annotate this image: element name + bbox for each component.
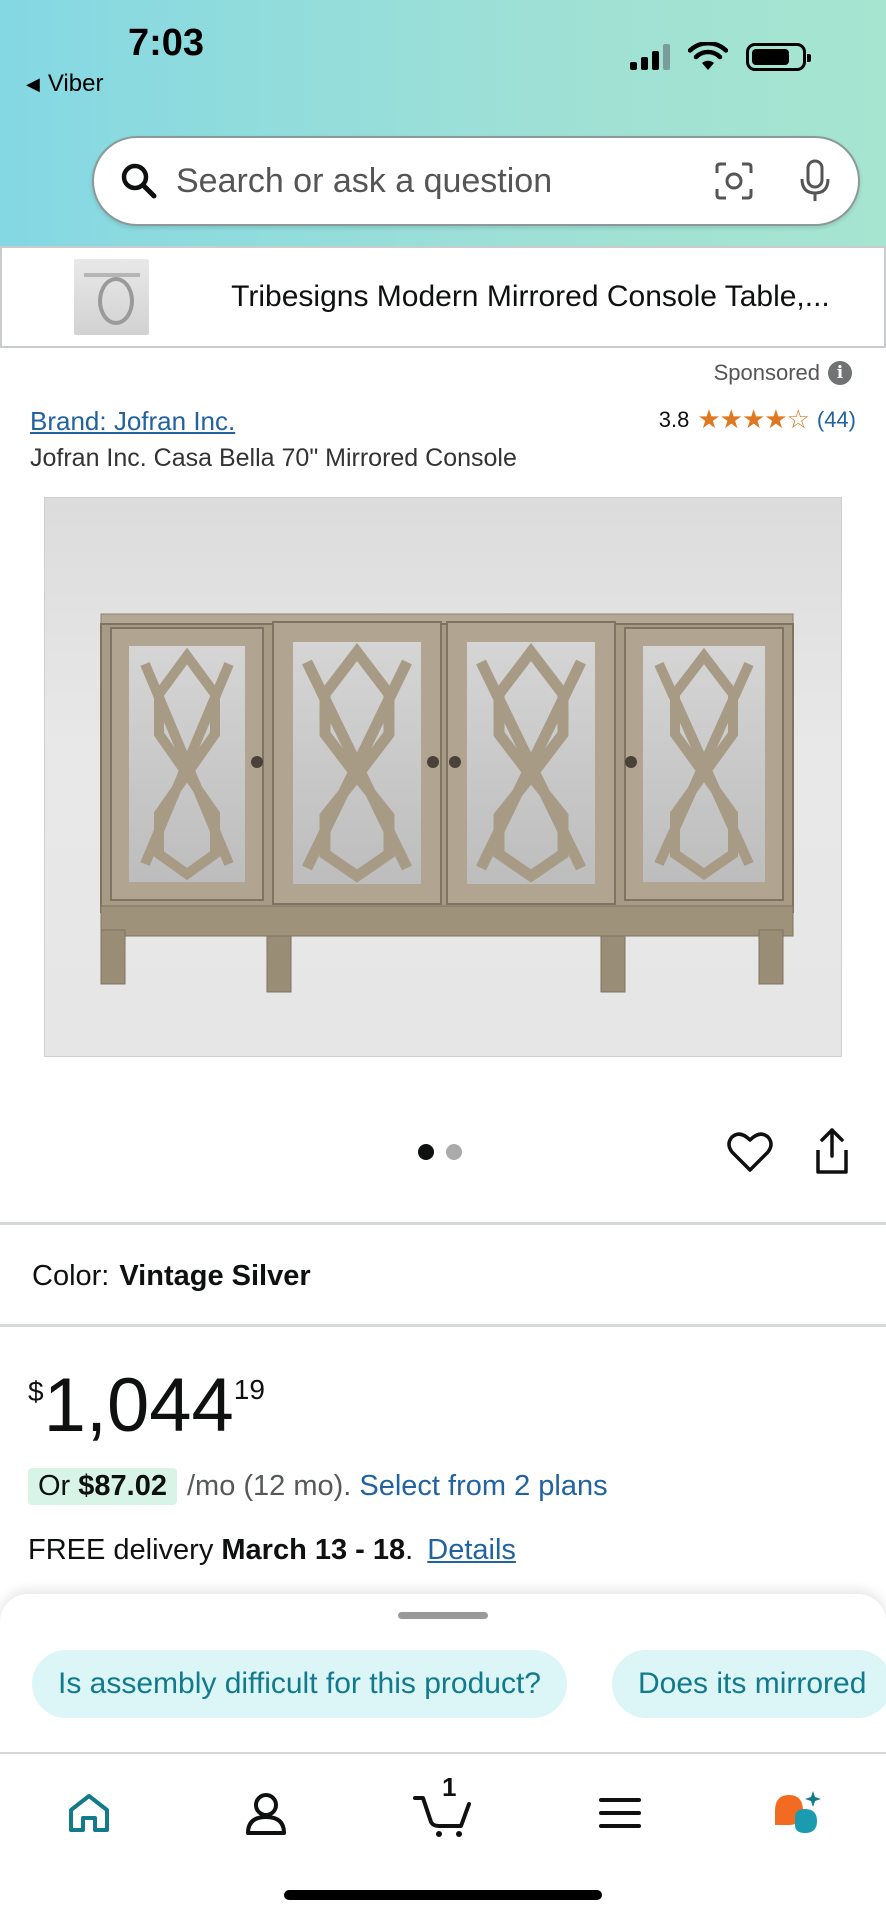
search-icon bbox=[121, 163, 157, 199]
carousel-dot-2[interactable] bbox=[446, 1144, 462, 1160]
share-icon[interactable] bbox=[812, 1126, 852, 1176]
search-input[interactable]: Search or ask a question bbox=[176, 162, 714, 201]
nav-rufus[interactable] bbox=[762, 1778, 832, 1848]
delivery-info: FREE delivery March 13 - 18. Details bbox=[28, 1534, 516, 1567]
monthly-amount: $87.02 bbox=[78, 1470, 167, 1502]
monthly-terms: /mo (12 mo). bbox=[186, 1470, 352, 1502]
section-divider bbox=[0, 1222, 886, 1225]
delivery-suffix: . bbox=[405, 1534, 414, 1566]
wishlist-heart-icon[interactable] bbox=[726, 1128, 774, 1176]
color-selector[interactable]: Color: Vintage Silver bbox=[32, 1260, 311, 1293]
battery-icon bbox=[746, 43, 811, 71]
back-app-label: Viber bbox=[47, 70, 104, 97]
top-header: 7:03 ◀ Viber Search or ask a question bbox=[0, 0, 886, 246]
sponsored-text: Sponsored bbox=[713, 360, 820, 385]
account-icon bbox=[246, 1793, 286, 1835]
nav-home[interactable] bbox=[54, 1778, 124, 1848]
nav-cart[interactable]: 1 bbox=[408, 1772, 478, 1848]
nav-menu[interactable] bbox=[585, 1778, 655, 1848]
delivery-prefix: FREE delivery bbox=[28, 1534, 222, 1566]
menu-icon bbox=[599, 1798, 641, 1828]
back-to-app-button[interactable]: ◀ Viber bbox=[26, 70, 103, 98]
carousel-dot-1[interactable] bbox=[418, 1144, 434, 1160]
rufus-suggestions-sheet[interactable]: Is assembly difficult for this product? … bbox=[0, 1594, 886, 1752]
delivery-details-link[interactable]: Details bbox=[427, 1534, 516, 1566]
home-indicator[interactable] bbox=[284, 1890, 602, 1900]
home-icon bbox=[69, 1794, 109, 1832]
sponsored-product-strip[interactable]: Tribesigns Modern Mirrored Console Table… bbox=[0, 246, 886, 348]
sheet-drag-handle[interactable] bbox=[398, 1612, 488, 1619]
cellular-signal-icon bbox=[630, 44, 670, 70]
monthly-amount-pill: Or $87.02 bbox=[28, 1468, 177, 1505]
back-triangle-icon: ◀ bbox=[26, 73, 40, 94]
product-title[interactable]: Jofran Inc. Casa Bella 70" Mirrored Cons… bbox=[30, 444, 517, 473]
sponsored-product-title: Tribesigns Modern Mirrored Console Table… bbox=[231, 280, 830, 313]
info-icon[interactable]: i bbox=[828, 361, 852, 385]
monthly-payment: Or $87.02 /mo (12 mo). Select from 2 pla… bbox=[28, 1468, 608, 1505]
nav-account[interactable] bbox=[231, 1778, 301, 1848]
carousel-dots[interactable] bbox=[418, 1144, 462, 1160]
sponsored-label[interactable]: Sponsored i bbox=[714, 360, 852, 386]
monthly-prefix: Or bbox=[38, 1470, 79, 1502]
section-divider bbox=[0, 1324, 886, 1327]
mirrored-console-illustration bbox=[100, 613, 794, 993]
rating[interactable]: 3.8 ★★★★☆ (44) bbox=[659, 404, 856, 435]
cart-count-badge: 1 bbox=[442, 1772, 457, 1802]
delivery-dates: March 13 - 18 bbox=[221, 1534, 406, 1566]
rufus-icon bbox=[775, 1791, 821, 1833]
rating-value: 3.8 bbox=[658, 406, 690, 432]
price-currency: $ bbox=[28, 1376, 44, 1407]
suggestion-chip-mirrored[interactable]: Does its mirrored bbox=[612, 1650, 886, 1718]
select-plans-link[interactable]: Select from 2 plans bbox=[359, 1470, 607, 1503]
search-bar[interactable]: Search or ask a question bbox=[92, 136, 860, 226]
sponsored-product-thumbnail bbox=[74, 259, 150, 335]
status-icons bbox=[630, 42, 811, 72]
wifi-icon bbox=[688, 42, 728, 70]
price-fraction: 19 bbox=[233, 1374, 265, 1405]
microphone-icon[interactable] bbox=[798, 159, 832, 203]
color-label: Color: bbox=[32, 1260, 110, 1292]
camera-scan-icon[interactable] bbox=[714, 161, 754, 201]
color-value: Vintage Silver bbox=[119, 1260, 311, 1292]
suggestion-chip-assembly[interactable]: Is assembly difficult for this product? bbox=[32, 1650, 567, 1718]
product-image[interactable] bbox=[44, 497, 842, 1057]
brand-link[interactable]: Brand: Jofran Inc. bbox=[30, 406, 235, 437]
price: $ 1,044 19 bbox=[28, 1368, 265, 1444]
status-time: 7:03 bbox=[128, 22, 205, 64]
rating-stars: ★★★★☆ bbox=[697, 404, 810, 434]
rating-count[interactable]: (44) bbox=[817, 407, 856, 433]
price-whole: 1,044 bbox=[43, 1363, 234, 1448]
